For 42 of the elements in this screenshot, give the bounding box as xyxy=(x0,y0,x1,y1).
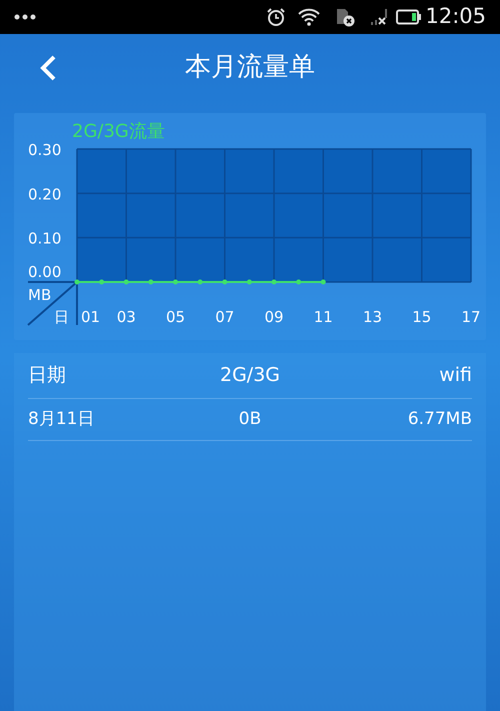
x-tick-label: 07 xyxy=(215,308,234,326)
x-tick-label: 09 xyxy=(264,308,284,326)
y-tick-label: 0.00 xyxy=(28,263,62,281)
data-point xyxy=(173,280,178,284)
x-tick-label: 05 xyxy=(166,308,186,326)
data-point xyxy=(124,280,129,284)
sim-card-error-icon xyxy=(334,7,356,27)
back-chevron-icon xyxy=(39,55,57,81)
column-header: 2G/3G xyxy=(218,363,282,388)
axis-corner xyxy=(27,281,78,326)
column-header: wifi xyxy=(438,363,472,388)
x-tick-label: 03 xyxy=(116,308,136,326)
y-tick-label: 0.10 xyxy=(28,230,62,248)
page-title: 本月流量单 xyxy=(185,50,315,84)
x-tick-label: 17 xyxy=(461,308,481,326)
data-point xyxy=(148,280,154,284)
alarm-clock-icon xyxy=(266,7,286,27)
table-cell-text: 8月11日 xyxy=(28,408,96,431)
y-tick-label: 0.30 xyxy=(28,141,62,159)
x-tick-label: 01 xyxy=(81,308,100,326)
x-tick-label: 15 xyxy=(412,308,432,326)
wifi-icon xyxy=(298,8,320,26)
data-point xyxy=(320,280,326,284)
x-axis-unit: 日 xyxy=(54,308,69,326)
x-tick-label: 13 xyxy=(362,308,382,326)
data-point xyxy=(272,280,276,284)
data-point xyxy=(99,280,104,284)
data-point xyxy=(198,280,203,284)
x-tick-label: 11 xyxy=(314,308,333,326)
y-axis-unit: MB xyxy=(28,286,52,304)
more-dots-icon xyxy=(14,14,38,20)
table-cell-text: 0B xyxy=(238,408,262,431)
table-cell-text: 6.77MB xyxy=(406,408,472,431)
battery-icon xyxy=(396,9,422,25)
y-tick-label: 0.20 xyxy=(28,185,62,204)
chart-title: 2G/3G流量 xyxy=(72,121,165,142)
data-point xyxy=(296,280,302,284)
data-point xyxy=(222,280,228,284)
status-time: 12:05 xyxy=(425,3,486,30)
data-point xyxy=(246,280,252,284)
column-header: 日期 xyxy=(28,363,67,388)
data-point xyxy=(74,280,80,284)
